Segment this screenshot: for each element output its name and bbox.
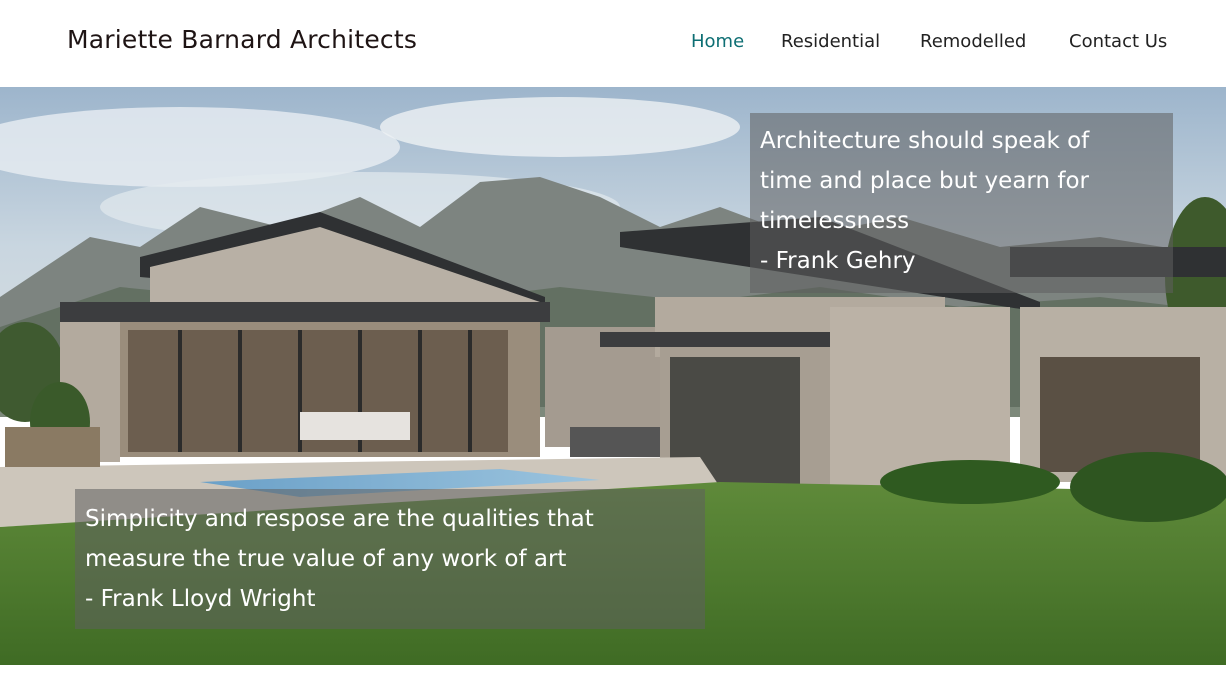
nav-residential-link[interactable]: Residential [781,31,880,52]
nav-contact-link[interactable]: Contact Us [1069,31,1167,52]
quote-line: timelessness [760,208,910,234]
footer-strip [0,665,1226,675]
quote-box-gehry: Architecture should speak of time and pl… [750,113,1173,293]
nav-remodelled-link[interactable]: Remodelled [920,31,1026,52]
nav-home-link[interactable]: Home [691,31,744,52]
quote-author: - Frank Lloyd Wright [85,586,316,612]
quote-author: - Frank Gehry [760,248,916,274]
quote-line: Architecture should speak of [760,128,1090,154]
site-header: Mariette Barnard Architects Home Residen… [0,0,1226,87]
quote-box-wright: Simplicity and respose are the qualities… [75,489,705,629]
hero-section: Architecture should speak of time and pl… [0,87,1226,665]
quote-line: time and place but yearn for [760,168,1089,194]
quote-line: measure the true value of any work of ar… [85,546,567,572]
quote-line: Simplicity and respose are the qualities… [85,506,594,532]
main-nav: Home Residential Remodelled Contact Us [0,31,1226,55]
